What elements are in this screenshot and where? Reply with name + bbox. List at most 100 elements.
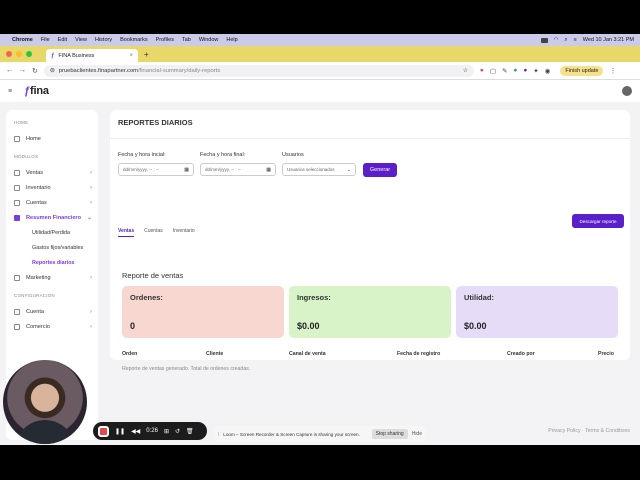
status-icons: ◠ ⌕ ≡ Wed 10 Jan 3:21 PM bbox=[540, 37, 634, 44]
finish-update-button[interactable]: Finish update bbox=[560, 65, 604, 76]
chevron-right-icon: › bbox=[90, 274, 92, 281]
sidebar-item-comercio[interactable]: Comercio › bbox=[12, 319, 92, 334]
webcam-person bbox=[15, 420, 75, 444]
search-icon[interactable]: ⌕ bbox=[564, 37, 567, 44]
sidebar-subitem-utilidad[interactable]: Utilidad/Perdida bbox=[12, 225, 92, 240]
calendar-icon[interactable]: ▦ bbox=[266, 167, 271, 173]
download-report-button[interactable]: Descargar reporte bbox=[572, 214, 624, 228]
wallet-icon bbox=[14, 199, 20, 206]
users-select-value: Usuarios seleccionados bbox=[287, 167, 335, 172]
sidebar-subitem-gastos[interactable]: Gastos fijos/variables bbox=[12, 240, 92, 255]
close-window-icon[interactable] bbox=[6, 51, 12, 57]
orders-card: Ordenes: 0 bbox=[122, 286, 284, 338]
profit-card: Utilidad: $0.00 bbox=[456, 286, 618, 338]
wifi-icon[interactable]: ◠ bbox=[554, 37, 559, 43]
sidebar-item-cuenta[interactable]: Cuenta › bbox=[12, 304, 92, 319]
reload-icon[interactable]: ↻ bbox=[32, 67, 38, 75]
stop-sharing-button[interactable]: Stop sharing bbox=[371, 429, 408, 439]
pause-icon[interactable]: ❚❚ bbox=[115, 428, 125, 435]
sidebar-item-label: Ventas bbox=[26, 169, 44, 176]
column-creado-por[interactable]: Creado por bbox=[507, 351, 535, 357]
sidebar-item-resumen-financiero[interactable]: Resumen Financiero ⌄ bbox=[12, 210, 92, 225]
calendar-icon[interactable]: ▦ bbox=[184, 167, 189, 173]
recording-controls: ❚❚ ◀◀ 0:26 ⊞ ↺ 🗑 bbox=[93, 422, 207, 440]
drag-handle-icon[interactable]: ⁞ bbox=[218, 432, 219, 437]
menu-view[interactable]: View bbox=[75, 37, 87, 43]
generate-button[interactable]: Generar bbox=[363, 163, 397, 177]
end-date-input[interactable]: dd/mm/yyyy, -- : -- ▦ bbox=[200, 163, 276, 176]
column-canal[interactable]: Canal de venta bbox=[289, 351, 326, 357]
url-field[interactable]: ⊜ pruebaclientes.finapartner.com/financi… bbox=[43, 64, 474, 77]
extension-icon[interactable]: ● bbox=[480, 67, 484, 74]
sidebar-item-label: Cuentas bbox=[26, 199, 47, 206]
sidebar-item-home[interactable]: Home bbox=[12, 131, 92, 146]
column-precio[interactable]: Precio bbox=[598, 351, 614, 357]
sidebar-item-ventas[interactable]: Ventas › bbox=[12, 165, 92, 180]
home-icon bbox=[14, 135, 20, 142]
menu-chrome[interactable]: Chrome bbox=[12, 37, 33, 43]
sidebar-subitem-reportes-diarios[interactable]: Reportes diarios bbox=[12, 255, 92, 270]
control-center-icon[interactable]: ≡ bbox=[574, 37, 577, 43]
close-tab-icon[interactable]: × bbox=[129, 53, 133, 59]
webcam-bubble[interactable] bbox=[3, 360, 87, 444]
user-avatar-icon[interactable] bbox=[622, 86, 632, 96]
menu-help[interactable]: Help bbox=[226, 37, 237, 43]
more-menu-icon[interactable]: ⋮ bbox=[609, 67, 616, 75]
screen: Chrome File Edit View History Bookmarks … bbox=[0, 0, 640, 480]
maximize-window-icon[interactable] bbox=[26, 51, 32, 57]
pen-icon[interactable]: ✎ bbox=[502, 67, 507, 75]
menubar-clock[interactable]: Wed 10 Jan 3:21 PM bbox=[583, 37, 634, 43]
mac-menubar: Chrome File Edit View History Bookmarks … bbox=[0, 34, 640, 46]
site-info-icon[interactable]: ⊜ bbox=[50, 68, 55, 74]
screen-share-banner: ⁞ Loom – Screen Recorder & Screen Captur… bbox=[214, 426, 426, 442]
profile-icon[interactable]: ◉ bbox=[545, 67, 551, 75]
tab-cuentas[interactable]: Cuentas bbox=[144, 228, 163, 237]
menu-profiles[interactable]: Profiles bbox=[156, 37, 174, 43]
menu-file[interactable]: File bbox=[41, 37, 50, 43]
users-label: Usuarios bbox=[282, 152, 304, 158]
menu-history[interactable]: History bbox=[95, 37, 112, 43]
orders-card-value: 0 bbox=[130, 321, 136, 331]
hamburger-icon[interactable]: ≡ bbox=[8, 88, 12, 95]
forward-icon[interactable]: → bbox=[19, 67, 26, 74]
profit-card-label: Utilidad: bbox=[464, 293, 494, 302]
chevron-right-icon: › bbox=[90, 199, 92, 206]
trash-icon[interactable]: 🗑 bbox=[186, 428, 194, 435]
sidebar-item-label: Cuenta bbox=[26, 308, 45, 315]
footer-links[interactable]: Privacy Policy · Terms & Conditions bbox=[548, 428, 630, 434]
users-select[interactable]: Usuarios seleccionados ⌄ bbox=[282, 163, 356, 176]
menu-window[interactable]: Window bbox=[199, 37, 219, 43]
hide-button[interactable]: Hide bbox=[412, 431, 422, 437]
sidebar-item-cuentas[interactable]: Cuentas › bbox=[12, 195, 92, 210]
restart-icon[interactable]: ↺ bbox=[175, 428, 180, 435]
sidebar-item-label: Inventario bbox=[26, 184, 51, 191]
bookmark-star-icon[interactable]: ☆ bbox=[463, 68, 468, 74]
back-icon[interactable]: ← bbox=[6, 67, 13, 74]
extension-icon[interactable]: ▢ bbox=[490, 67, 496, 75]
column-orden[interactable]: Orden bbox=[122, 351, 137, 357]
column-cliente[interactable]: Cliente bbox=[206, 351, 223, 357]
start-date-input[interactable]: dd/mm/yyyy, -- : -- ▦ bbox=[118, 163, 194, 176]
browser-tab[interactable]: ƒ FINA Business × bbox=[46, 49, 138, 62]
menu-bookmarks[interactable]: Bookmarks bbox=[120, 37, 148, 43]
puzzle-icon[interactable]: ✦ bbox=[533, 67, 538, 75]
sidebar-item-marketing[interactable]: Marketing › bbox=[12, 270, 92, 285]
screen-record-icon[interactable] bbox=[540, 37, 548, 43]
extension-icon[interactable]: ● bbox=[513, 67, 517, 74]
tab-inventario[interactable]: Inventario bbox=[173, 228, 195, 237]
sidebar-item-inventario[interactable]: Inventario › bbox=[12, 180, 92, 195]
menu-tab[interactable]: Tab bbox=[182, 37, 191, 43]
rewind-icon[interactable]: ◀◀ bbox=[131, 428, 140, 435]
address-bar: ← → ↻ ⊜ pruebaclientes.finapartner.com/f… bbox=[0, 62, 640, 80]
tab-ventas[interactable]: Ventas bbox=[118, 228, 135, 237]
user-icon bbox=[14, 308, 20, 315]
extension-icon[interactable]: ● bbox=[523, 67, 527, 74]
chart-icon bbox=[14, 214, 20, 221]
fina-logo[interactable]: ƒfina bbox=[24, 85, 49, 97]
minimize-window-icon[interactable] bbox=[16, 51, 22, 57]
new-tab-icon[interactable]: + bbox=[144, 50, 149, 59]
menu-edit[interactable]: Edit bbox=[58, 37, 67, 43]
stop-recording-icon[interactable] bbox=[98, 425, 109, 437]
column-fecha[interactable]: Fecha de registro bbox=[397, 351, 440, 357]
grid-icon[interactable]: ⊞ bbox=[164, 428, 169, 435]
